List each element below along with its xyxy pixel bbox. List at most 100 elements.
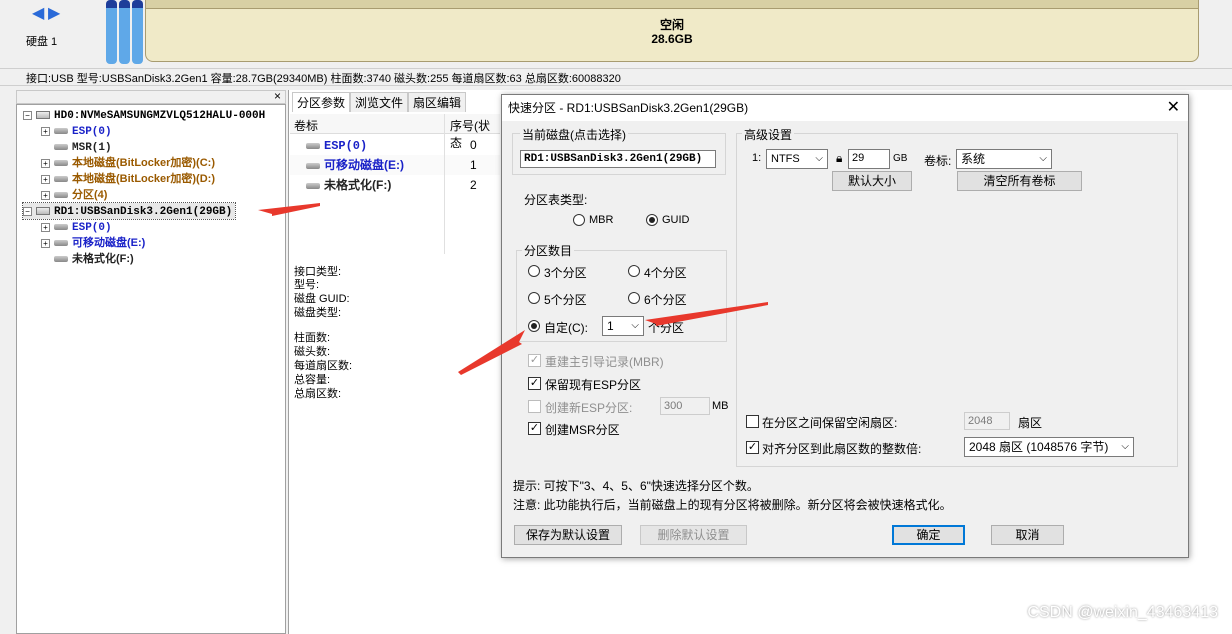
chevron-down-icon: ⌵ [1039,153,1047,164]
current-disk-selector[interactable]: RD1:USBSanDisk3.2Gen1(29GB) [520,150,716,168]
keep-free-label: 在分区之间保留空闲扇区: [762,416,898,430]
keep-esp-checkbox[interactable]: ✓ [528,377,541,390]
keep-esp-label: 保留现有ESP分区 [545,378,642,392]
align-label: 对齐分区到此扇区数的整数倍: [762,442,922,456]
table-type-label: 分区表类型: [524,193,588,207]
create-esp-checkbox[interactable] [528,400,541,413]
save-default-button[interactable]: 保存为默认设置 [514,525,622,545]
cancel-button[interactable]: 取消 [991,525,1064,545]
rebuild-mbr-label: 重建主引导记录(MBR) [545,355,664,369]
default-size-button[interactable]: 默认大小 [832,171,912,191]
custom-label: 自定(C): [544,321,588,335]
table-row[interactable]: 未格式化(F:) 2 [290,175,500,195]
quick-partition-dialog: 快速分区 - RD1:USBSanDisk3.2Gen1(29GB) ✕ 当前磁… [501,94,1189,558]
note-text: 注意: 此功能执行后，当前磁盘上的现有分区将被删除。新分区将会被快速格式化。 [513,498,952,512]
esp-size-field[interactable]: 300 [660,397,710,415]
nav-forward-icon[interactable]: ▶ [48,3,60,23]
info-sectors-per-track: 每道扇区数: [294,360,353,372]
ok-button[interactable]: 确定 [892,525,965,545]
custom-count-select[interactable]: 1 ⌵ [602,316,644,336]
clear-labels-button[interactable]: 清空所有卷标 [957,171,1082,191]
info-heads: 磁头数: [294,346,331,358]
opt6-label: 6个分区 [644,293,687,307]
radio-3-partitions[interactable] [528,265,540,277]
radio-mbr[interactable] [573,214,585,226]
delete-default-button[interactable]: 删除默认设置 [640,525,747,545]
tab-sector-edit[interactable]: 扇区编辑 [408,92,467,112]
tab-browse-files[interactable]: 浏览文件 [350,92,409,112]
usb-disk-icon [36,207,50,216]
partition-index: 1: [752,152,762,164]
chevron-down-icon: ⌵ [1121,441,1129,452]
info-total-sectors: 总扇区数: [294,388,342,400]
create-esp-label: 创建新ESP分区: [545,401,633,415]
partition-stripe-msr[interactable] [119,0,130,64]
esp-size-unit: MB [712,400,729,412]
col-volume[interactable]: 卷标 [294,117,318,134]
size-unit: GB [893,153,908,164]
opt5-label: 5个分区 [544,293,587,307]
tree-item-d[interactable]: + 本地磁盘(BitLocker加密)(D:) [41,171,215,187]
hint-text: 提示: 可按下"3、4、5、6"快速选择分区个数。 [513,479,759,493]
radio-6-partitions[interactable] [628,292,640,304]
disk-tree[interactable]: − HD0:NVMeSAMSUNGMZVLQ512HALU-000H + ESP(0… [16,104,286,634]
filesystem-select[interactable]: NTFS ⌵ [766,149,828,169]
partition-icon [54,176,68,183]
close-icon[interactable]: ✕ [1167,95,1180,121]
partition-stripe-removable[interactable] [132,0,143,64]
rebuild-mbr-checkbox[interactable]: ✓ [528,354,541,367]
create-msr-label: 创建MSR分区 [545,423,620,437]
create-msr-checkbox[interactable]: ✓ [528,422,541,435]
close-icon[interactable]: × [274,89,281,103]
radio-guid[interactable] [646,214,658,226]
custom-suffix: 个分区 [648,321,685,335]
partition-stripe-esp[interactable] [106,0,117,64]
radio-custom[interactable] [528,320,540,332]
chevron-down-icon: ⌵ [815,153,823,164]
partition-icon [306,182,320,189]
info-disk-type: 磁盘类型: [294,307,342,319]
opt4-label: 4个分区 [644,266,687,280]
free-space-block[interactable]: 空闲 28.6GB [145,0,1199,62]
hard-disk-icon [36,111,50,120]
tree-item-c[interactable]: + 本地磁盘(BitLocker加密)(C:) [41,155,215,171]
partition-icon [306,162,320,169]
radio-4-partitions[interactable] [628,265,640,277]
tree-item-hd0[interactable]: − HD0:NVMeSAMSUNGMZVLQ512HALU-000H [23,107,265,123]
info-model: 型号: [294,279,320,291]
tab-partition-params[interactable]: 分区参数 [292,92,351,112]
keep-free-field[interactable]: 2048 [964,412,1010,430]
partition-icon [54,160,68,167]
chevron-down-icon: ⌵ [631,320,639,331]
radio-5-partitions[interactable] [528,292,540,304]
table-row[interactable]: ESP(0) 0 [290,135,500,155]
watermark: CSDN @weixin_43463413 [1027,604,1218,621]
free-size: 28.6GB [651,32,693,46]
dialog-title: 快速分区 - RD1:USBSanDisk3.2Gen1(29GB) [502,95,1188,121]
opt3-label: 3个分区 [544,266,587,280]
advanced-title: 高级设置 [742,126,795,143]
tree-item-esp0[interactable]: + ESP(0) [41,123,112,139]
tree-item-rd1-f[interactable]: +未格式化(F:) [41,251,134,267]
table-row[interactable]: 可移动磁盘(E:) 1 [290,155,500,175]
align-select[interactable]: 2048 扇区 (1048576 字节) ⌵ [964,437,1134,457]
disk-label: 硬盘 1 [26,36,58,48]
tree-item-part4[interactable]: + 分区(4) [41,187,107,203]
lock-icon[interactable]: 🔒︎ [836,151,842,166]
align-checkbox[interactable]: ✓ [746,441,759,454]
partition-icon [54,128,68,135]
tree-item-rd1-esp[interactable]: + ESP(0) [41,219,112,235]
info-interface: 接口类型: [294,266,342,278]
disk-info-bar: 接口:USB 型号:USBSanDisk3.2Gen1 容量:28.7GB(29… [0,68,1232,86]
info-cylinders: 柱面数: [294,332,331,344]
tree-item-rd1[interactable]: − RD1:USBSanDisk3.2Gen1(29GB) [21,202,237,220]
nav-back-icon[interactable]: ◀ [32,3,44,23]
tab-bar: 分区参数 浏览文件 扇区编辑 [292,92,467,112]
volume-label-select[interactable]: 系统 ⌵ [956,149,1052,169]
tree-item-rd1-e[interactable]: + 可移动磁盘(E:) [41,235,145,251]
tree-item-msr1[interactable]: +MSR(1) [41,139,112,155]
size-field[interactable]: 29 [848,149,890,169]
partition-icon [54,240,68,247]
keep-free-checkbox[interactable] [746,415,759,428]
disk-nav-panel: ◀ ▶ 硬盘 1 [0,0,100,68]
